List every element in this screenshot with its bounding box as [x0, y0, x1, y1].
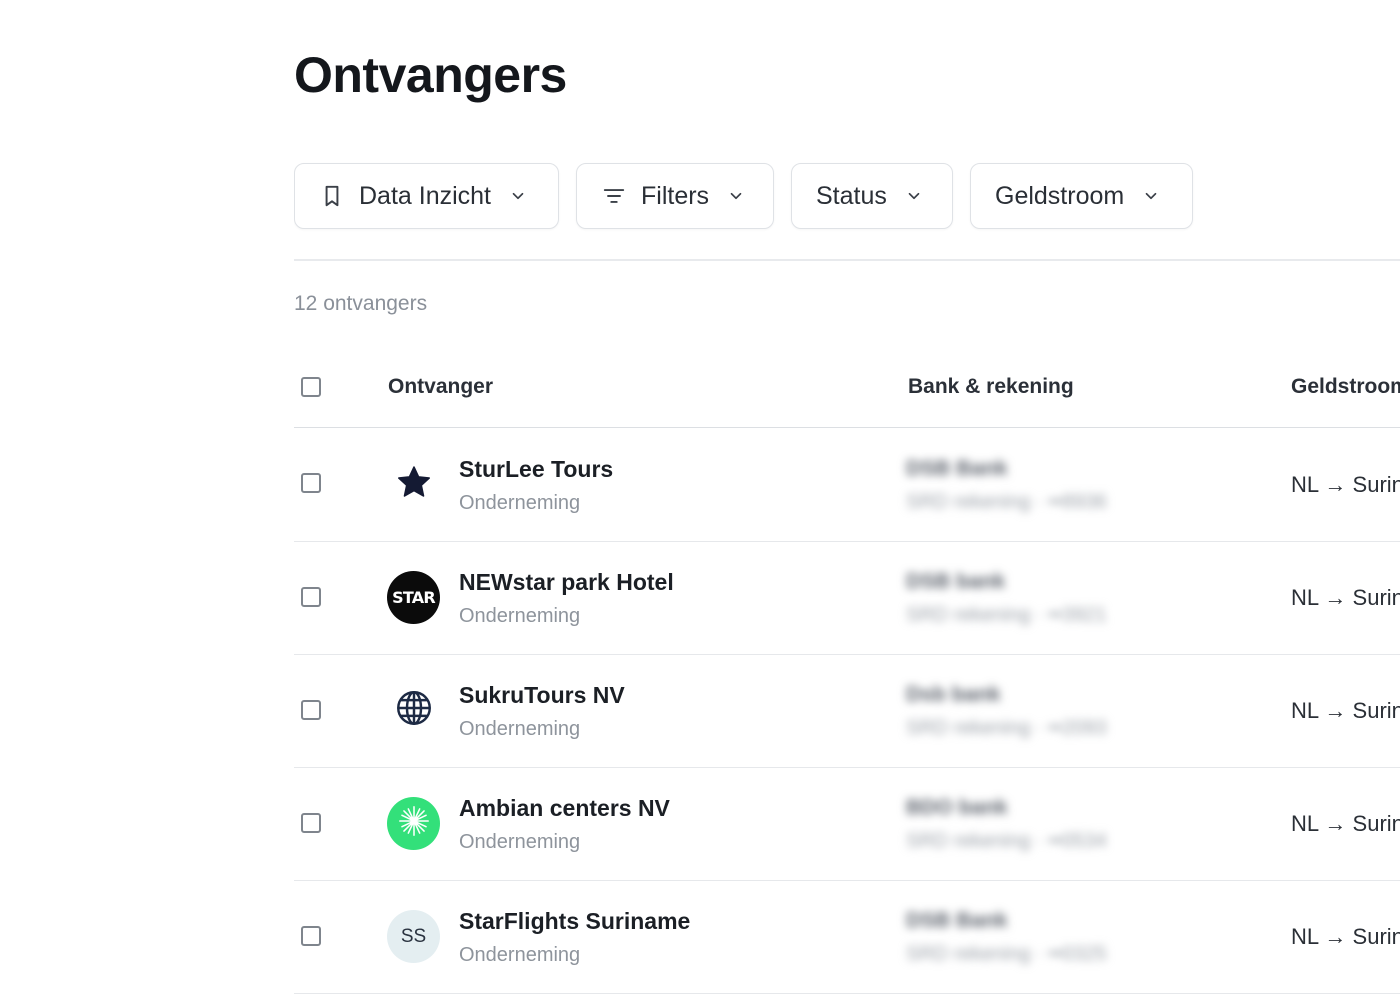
- account-info: SRD rekening · ••0325: [906, 943, 1107, 965]
- row-checkbox[interactable]: [301, 587, 321, 607]
- chevron-down-icon: [509, 187, 527, 205]
- table-header: Ontvanger Bank & rekening Geldstroom: [294, 350, 1400, 428]
- row-checkbox[interactable]: [301, 926, 321, 946]
- bank-name: DSB Bank: [906, 909, 1008, 932]
- money-flow: NL → Suriname: [1291, 924, 1400, 949]
- avatar: SS: [387, 910, 440, 963]
- table-row[interactable]: SturLee Tours Onderneming DSB Bank SRD r…: [294, 429, 1400, 542]
- recipient-type: Onderneming: [459, 605, 581, 627]
- recipient-name[interactable]: SukruTours NV: [459, 682, 625, 709]
- star-icon: [395, 463, 433, 506]
- status-button[interactable]: Status: [791, 163, 953, 229]
- chevron-down-icon: [905, 187, 923, 205]
- table-row[interactable]: STAR NEWstar park Hotel Onderneming DSB …: [294, 542, 1400, 655]
- geldstroom-label: Geldstroom: [995, 181, 1125, 210]
- column-header-bank[interactable]: Bank & rekening: [908, 375, 1074, 399]
- bank-name: BDO bank: [906, 796, 1008, 819]
- recipient-type: Onderneming: [459, 944, 581, 966]
- money-flow: NL → Suriname: [1291, 472, 1400, 497]
- row-checkbox[interactable]: [301, 813, 321, 833]
- chevron-down-icon: [727, 187, 745, 205]
- row-checkbox[interactable]: [301, 473, 321, 493]
- select-all-checkbox[interactable]: [301, 377, 321, 397]
- account-info: SRD rekening · ••3921: [906, 604, 1107, 626]
- filter-toolbar: Data Inzicht Filters Status Geldstroom: [294, 163, 1193, 229]
- geldstroom-button[interactable]: Geldstroom: [970, 163, 1193, 229]
- column-header-ontvanger[interactable]: Ontvanger: [388, 375, 493, 399]
- recipient-name[interactable]: StarFlights Suriname: [459, 908, 690, 935]
- account-info: SRD rekening · ••2093: [906, 717, 1107, 739]
- globe-icon: [393, 687, 435, 734]
- data-inzicht-button[interactable]: Data Inzicht: [294, 163, 559, 229]
- recipient-name[interactable]: NEWstar park Hotel: [459, 569, 674, 596]
- avatar: [387, 797, 440, 850]
- bank-name: DSB Bank: [906, 457, 1008, 480]
- bookmark-icon: [319, 183, 345, 209]
- account-info: SRD rekening · ••8936: [906, 491, 1107, 513]
- recipient-type: Onderneming: [459, 718, 581, 740]
- table-row[interactable]: SS StarFlights Suriname Onderneming DSB …: [294, 881, 1400, 994]
- account-info: SRD rekening · ••0534: [906, 830, 1107, 852]
- recipient-type: Onderneming: [459, 492, 581, 514]
- bank-name: Dsb bank: [906, 683, 1001, 706]
- sparkle-icon: [397, 804, 431, 843]
- status-label: Status: [816, 181, 887, 210]
- avatar-initials: SS: [400, 925, 427, 947]
- money-flow: NL → Suriname: [1291, 585, 1400, 610]
- chevron-down-icon: [1142, 187, 1160, 205]
- recipients-page: Ontvangers Data Inzicht Filters Status G…: [294, 0, 1400, 1000]
- recipient-name[interactable]: Ambian centers NV: [459, 795, 670, 822]
- table-row[interactable]: Ambian centers NV Onderneming BDO bank S…: [294, 768, 1400, 881]
- filters-button[interactable]: Filters: [576, 163, 774, 229]
- recipient-count: 12 ontvangers: [294, 292, 428, 315]
- filters-label: Filters: [641, 181, 710, 210]
- avatar: STAR: [387, 571, 440, 624]
- row-checkbox[interactable]: [301, 700, 321, 720]
- bank-name: DSB bank: [906, 570, 1006, 593]
- data-inzicht-label: Data Inzicht: [359, 181, 492, 210]
- star-logo: STAR: [392, 588, 435, 607]
- toolbar-divider: [294, 259, 1400, 261]
- avatar: [387, 684, 440, 737]
- filter-lines-icon: [601, 183, 627, 209]
- table-row[interactable]: SukruTours NV Onderneming Dsb bank SRD r…: [294, 655, 1400, 768]
- column-header-geldstroom[interactable]: Geldstroom: [1291, 375, 1400, 399]
- money-flow: NL → Suriname: [1291, 698, 1400, 723]
- recipient-type: Onderneming: [459, 831, 581, 853]
- avatar: [387, 458, 440, 511]
- recipient-name[interactable]: SturLee Tours: [459, 456, 613, 483]
- money-flow: NL → Suriname: [1291, 811, 1400, 836]
- page-title: Ontvangers: [294, 47, 567, 103]
